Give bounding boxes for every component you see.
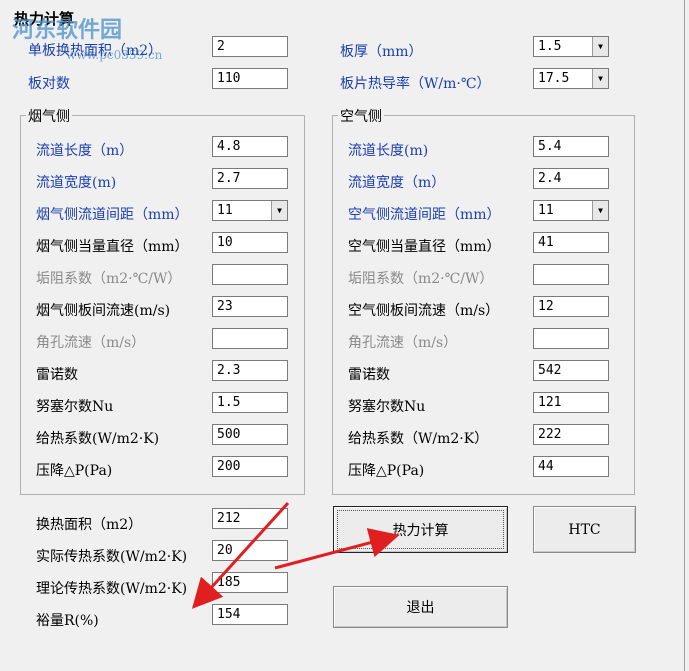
air-row-label: 空气侧流道间距（mm） <box>348 207 501 223</box>
flue-group-title: 烟气侧 <box>26 106 72 126</box>
conductivity-select[interactable]: 17.5 ▼ <box>533 68 609 89</box>
air-row-label: 空气侧板间流速（m/s） <box>348 303 500 319</box>
thickness-select-value: 1.5 <box>538 39 562 54</box>
air-row-input[interactable]: 44 <box>533 456 609 477</box>
flue-row-input[interactable]: 23 <box>212 296 288 317</box>
main-window: 热力计算 河东软件园 www.pc0359.cn 单板换热面积（m2） 2 板对… <box>0 0 689 671</box>
area-input[interactable]: 2 <box>212 36 288 57</box>
flue-row-label: 烟气侧板间流速(m/s) <box>36 303 171 319</box>
exit-button[interactable]: 退出 <box>333 586 508 628</box>
flue-row-label: 垢阻系数（m2·℃/W） <box>36 271 182 287</box>
air-row-label: 压降△P(Pa) <box>348 463 425 479</box>
flue-row-label: 努塞尔数Nu <box>36 399 114 415</box>
air-row-input[interactable]: 222 <box>533 424 609 445</box>
flue-row-select[interactable]: 11 ▼ <box>212 200 288 221</box>
actual-coef-input[interactable]: 20 <box>212 540 288 561</box>
flue-row-label: 流道宽度(m) <box>36 175 117 191</box>
window-edge <box>684 0 685 671</box>
flue-row-label: 角孔流速（m/s） <box>36 335 146 351</box>
actual-coef-label: 实际传热系数(W/m2·K) <box>36 549 188 565</box>
air-group-title: 空气侧 <box>338 106 384 126</box>
air-row-input[interactable] <box>533 264 609 285</box>
chevron-down-icon[interactable]: ▼ <box>271 201 287 220</box>
air-row-input[interactable]: 12 <box>533 296 609 317</box>
air-row-select-value: 11 <box>538 203 554 218</box>
air-row-input[interactable] <box>533 328 609 349</box>
chevron-down-icon[interactable]: ▼ <box>592 201 608 220</box>
margin-input[interactable]: 154 <box>212 604 288 625</box>
air-row-input[interactable]: 41 <box>533 232 609 253</box>
plates-label: 板对数 <box>28 76 70 92</box>
margin-label: 裕量R(%) <box>36 613 99 629</box>
calc-button[interactable]: 热力计算 <box>333 506 508 553</box>
flue-row-input[interactable]: 10 <box>212 232 288 253</box>
flue-row-label: 流道长度（m） <box>36 143 134 159</box>
area-label: 单板换热面积（m2） <box>28 43 163 59</box>
flue-row-input[interactable]: 2.3 <box>212 360 288 381</box>
flue-row-input[interactable]: 200 <box>212 456 288 477</box>
chevron-down-icon[interactable]: ▼ <box>592 37 608 56</box>
flue-row-input[interactable] <box>212 264 288 285</box>
chevron-down-icon[interactable]: ▼ <box>592 69 608 88</box>
flue-row-input[interactable]: 2.7 <box>212 168 288 189</box>
flue-row-label: 烟气侧流道间距（mm） <box>36 207 189 223</box>
flue-row-label: 给热系数(W/m2·K) <box>36 431 160 447</box>
flue-row-label: 压降△P(Pa) <box>36 463 113 479</box>
air-row-input[interactable]: 121 <box>533 392 609 413</box>
conductivity-select-value: 17.5 <box>538 71 570 86</box>
air-row-label: 流道长度(m) <box>348 143 429 159</box>
air-row-input[interactable]: 2.4 <box>533 168 609 189</box>
thickness-select[interactable]: 1.5 ▼ <box>533 36 609 57</box>
plates-input[interactable]: 110 <box>212 68 288 89</box>
air-row-input[interactable]: 5.4 <box>533 136 609 157</box>
flue-row-label: 雷诺数 <box>36 367 78 383</box>
air-row-label: 空气侧当量直径（mm） <box>348 239 501 255</box>
air-row-label: 垢阻系数（m2·℃/W） <box>348 271 494 287</box>
flue-row-label: 烟气侧当量直径（mm） <box>36 239 189 255</box>
air-row-input[interactable]: 542 <box>533 360 609 381</box>
air-row-select[interactable]: 11 ▼ <box>533 200 609 221</box>
air-row-label: 给热系数（W/m2·K） <box>348 431 489 447</box>
air-row-label: 流道宽度（m） <box>348 175 446 191</box>
htc-button[interactable]: HTC <box>533 506 636 553</box>
thickness-label: 板厚（mm） <box>340 44 423 60</box>
total-area-input[interactable]: 212 <box>212 508 288 529</box>
flue-row-input[interactable] <box>212 328 288 349</box>
air-row-label: 角孔流速（m/s） <box>348 335 458 351</box>
conductivity-label: 板片热导率（W/m·℃） <box>340 76 491 92</box>
flue-row-select-value: 11 <box>217 203 233 218</box>
air-row-label: 努塞尔数Nu <box>348 399 426 415</box>
air-row-label: 雷诺数 <box>348 367 390 383</box>
theory-coef-label: 理论传热系数(W/m2·K) <box>36 581 188 597</box>
total-area-label: 换热面积（m2） <box>36 517 143 533</box>
flue-row-input[interactable]: 1.5 <box>212 392 288 413</box>
flue-row-input[interactable]: 500 <box>212 424 288 445</box>
theory-coef-input[interactable]: 185 <box>212 572 288 593</box>
flue-row-input[interactable]: 4.8 <box>212 136 288 157</box>
